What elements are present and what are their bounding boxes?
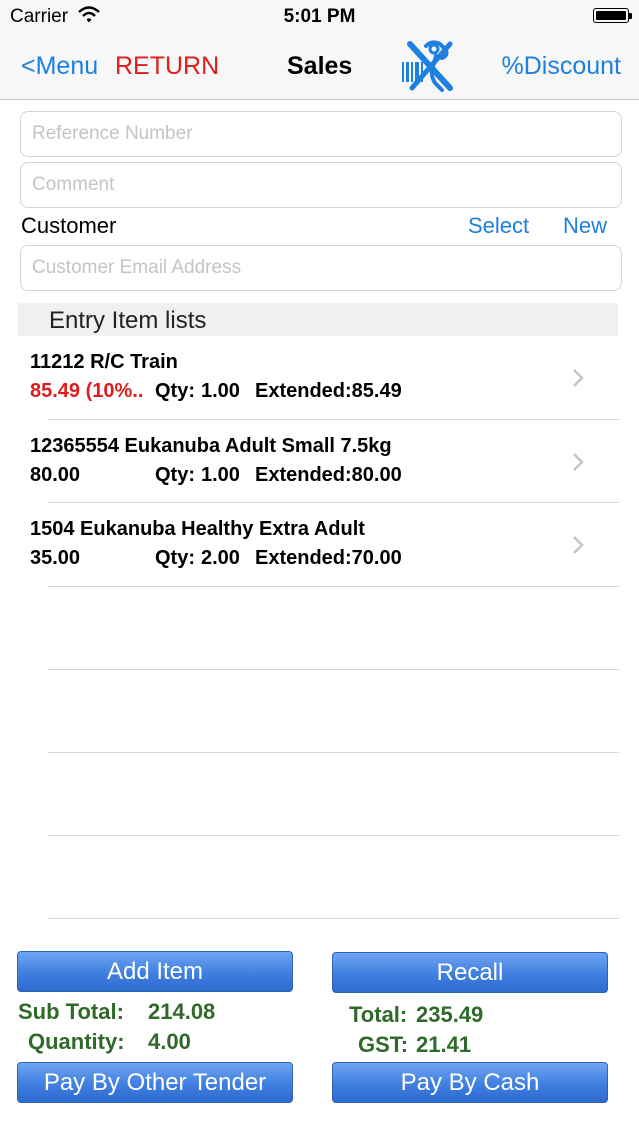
qty-label: Qty: [155, 380, 195, 402]
item-qty: Qty: 1.00 [155, 464, 240, 487]
new-customer-button[interactable]: New [563, 213, 607, 239]
list-item[interactable]: 11212 R/C Train 85.49 (10%.. Qty: 1.00 Ex… [0, 336, 639, 419]
reference-number-field[interactable] [20, 111, 622, 157]
item-qty: Qty: 1.00 [155, 380, 240, 403]
entry-items-header: Entry Item lists [18, 303, 618, 336]
list-item[interactable]: 12365554 Eukanuba Adult Small 7.5kg 80.0… [0, 420, 639, 503]
customer-email-input[interactable] [21, 246, 621, 290]
navigation-bar: <Menu RETURN Sales %Discount [0, 34, 639, 100]
recall-button[interactable]: Recall [332, 952, 608, 993]
item-extended: Extended:85.49 [255, 380, 402, 402]
customer-label: Customer [21, 213, 117, 238]
row-divider [48, 752, 619, 753]
discount-button[interactable]: %Discount [502, 52, 622, 81]
item-extended: Extended:80.00 [255, 464, 402, 486]
chevron-right-icon [573, 453, 584, 471]
item-name: 11212 R/C Train [30, 351, 178, 373]
return-button[interactable]: RETURN [115, 52, 219, 81]
item-qty: Qty: 2.00 [155, 547, 240, 570]
quantity-value: 4.00 [148, 1029, 191, 1054]
entry-items-title: Entry Item lists [49, 307, 207, 334]
item-name: 1504 Eukanuba Healthy Extra Adult [30, 518, 365, 540]
chevron-right-icon [573, 536, 584, 554]
qty-value: 1.00 [201, 380, 240, 402]
list-item[interactable]: 1504 Eukanuba Healthy Extra Adult 35.00 … [0, 503, 639, 586]
page-title: Sales [287, 52, 353, 80]
qty-value: 1.00 [201, 464, 240, 486]
chevron-right-icon [573, 369, 584, 387]
comment-field[interactable] [20, 162, 622, 208]
row-divider [48, 669, 619, 670]
sub-total-value: 214.08 [148, 999, 216, 1024]
pay-other-tender-button[interactable]: Pay By Other Tender [17, 1062, 293, 1103]
row-divider [48, 586, 619, 587]
clock-time: 5:01 PM [283, 6, 356, 27]
reference-number-input[interactable] [21, 112, 621, 156]
customer-email-field[interactable] [20, 245, 622, 291]
total-label: Total: [349, 1002, 408, 1027]
item-price: 35.00 [30, 547, 81, 569]
status-bar: Carrier 5:01 PM [0, 0, 639, 34]
select-customer-button[interactable]: Select [468, 213, 529, 239]
item-price: 80.00 [30, 464, 81, 486]
item-price: 85.49 (10%.. [30, 380, 144, 402]
item-extended: Extended:70.00 [255, 547, 402, 569]
gst-value: 21.41 [416, 1032, 472, 1057]
menu-back-button[interactable]: <Menu [21, 52, 98, 81]
quantity-label: Quantity: [28, 1029, 125, 1054]
item-name: 12365554 Eukanuba Adult Small 7.5kg [30, 435, 392, 457]
qty-label: Qty: [155, 547, 195, 569]
battery-icon [593, 8, 632, 23]
gst-label: GST: [358, 1032, 409, 1057]
barcode-scanner-icon[interactable] [398, 36, 456, 94]
row-divider [48, 835, 619, 836]
row-divider [48, 918, 619, 919]
add-item-button[interactable]: Add Item [17, 951, 293, 992]
qty-value: 2.00 [201, 547, 240, 569]
total-value: 235.49 [416, 1002, 484, 1027]
qty-label: Qty: [155, 464, 195, 486]
sub-total-label: Sub Total: [18, 999, 124, 1024]
comment-input[interactable] [21, 163, 621, 207]
pay-by-cash-button[interactable]: Pay By Cash [332, 1062, 608, 1103]
